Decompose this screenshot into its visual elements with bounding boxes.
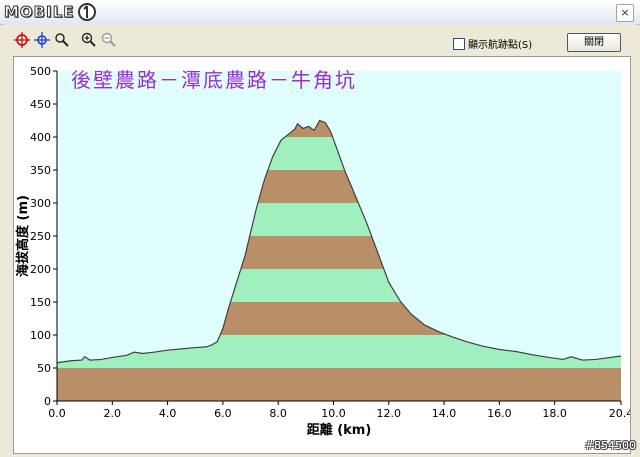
y-tick-label: 450: [30, 98, 51, 111]
x-tick-label: 10.0: [321, 407, 346, 420]
y-tick-label: 250: [30, 230, 51, 243]
mobile01-logo: MOBILE: [4, 2, 97, 22]
show-track-points-checkbox[interactable]: [453, 37, 465, 50]
x-axis-label: 距離 (km): [307, 422, 372, 438]
x-tick-label: 4.0: [159, 407, 177, 420]
chart-title: 後壁農路－潭底農路－牛角坑: [71, 68, 357, 92]
y-tick-label: 350: [30, 164, 51, 177]
logo-text: MOBILE: [4, 3, 75, 22]
x-tick-label: 20.4: [609, 407, 630, 420]
zoom-reset-icon[interactable]: [54, 32, 70, 48]
elevation-chart: 0501001502002503003504004505000.0 2.0 4.0 6…: [15, 65, 633, 438]
watermark: #854500: [584, 439, 636, 452]
x-tick-label: 0.0: [48, 407, 66, 420]
x-tick-label: 8.0: [269, 407, 287, 420]
zoom-out-icon[interactable]: [101, 32, 117, 48]
close-button[interactable]: 關閉: [567, 33, 621, 52]
zoom-in-icon[interactable]: [81, 32, 97, 48]
y-axis-label: 海拔高度 (m): [15, 195, 31, 277]
elevation-band: [57, 368, 621, 401]
y-tick-label: 100: [30, 329, 51, 342]
show-track-points-toggle[interactable]: 顯示航跡點(S): [453, 36, 532, 51]
crosshair-icon[interactable]: [34, 32, 50, 48]
logo-ring-icon: [77, 3, 96, 21]
y-tick-label: 300: [30, 197, 51, 210]
y-tick-label: 50: [37, 362, 51, 375]
y-tick-label: 200: [30, 263, 51, 276]
y-tick-label: 400: [30, 131, 51, 144]
x-tick-label: 14.0: [432, 407, 457, 420]
elevation-window: 顯示航跡點(S) 關閉 0 50 100 150 200 250 300 350 400 450 5…: [4, 24, 636, 454]
x-tick-label: 6.0: [214, 407, 232, 420]
chart-panel: 0 50 100 150 200 250 300 350 400 450 500 0.0 2.0 4.0 6…: [13, 56, 633, 454]
show-track-points-label: 顯示航跡點(S): [468, 40, 533, 51]
y-tick-label: 150: [30, 296, 51, 309]
window-close-button[interactable]: ×: [616, 4, 634, 22]
x-tick-label: 16.0: [487, 407, 512, 420]
title-bar: MOBILE ×: [0, 0, 640, 25]
y-tick-label: 500: [30, 65, 51, 78]
toolbar: 顯示航跡點(S) 關閉: [4, 24, 636, 54]
x-tick-label: 18.0: [542, 407, 567, 420]
x-tick-label: 12.0: [377, 407, 402, 420]
locate-target-icon[interactable]: [14, 32, 30, 48]
x-tick-label: 2.0: [104, 407, 122, 420]
